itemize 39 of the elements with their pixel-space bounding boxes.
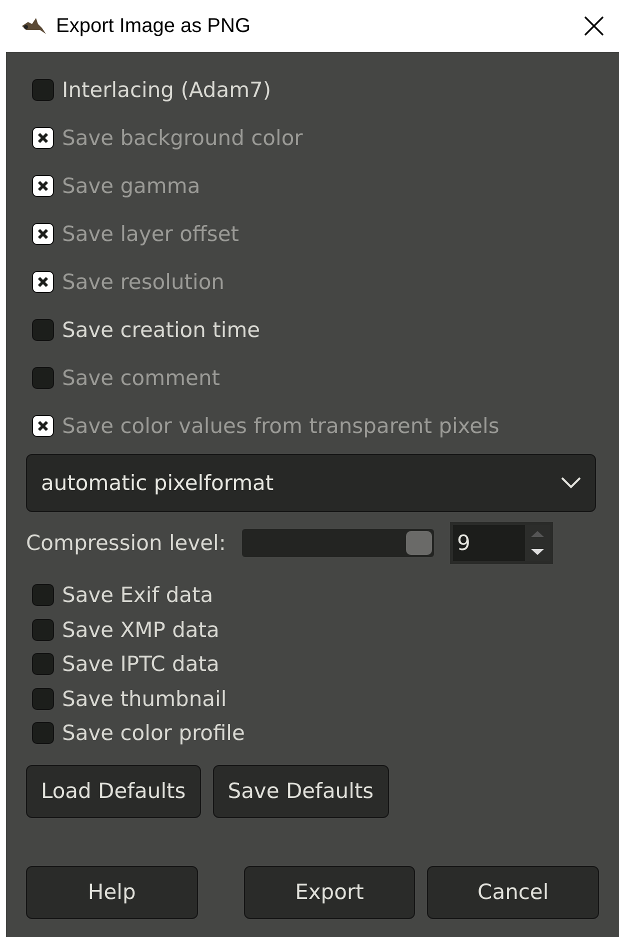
dialog-button[interactable]: Help xyxy=(26,866,198,918)
app-icon xyxy=(20,16,48,36)
checkbox-label: Save color profile xyxy=(62,721,245,746)
chevron-down-icon xyxy=(561,477,581,489)
checkbox[interactable] xyxy=(32,688,54,710)
cross-icon xyxy=(37,228,49,240)
cross-icon xyxy=(37,132,49,144)
checkbox-label: Interlacing (Adam7) xyxy=(62,78,272,102)
compression-slider[interactable] xyxy=(242,529,434,557)
close-icon[interactable] xyxy=(583,15,605,37)
checkbox[interactable] xyxy=(32,79,54,101)
checkbox-label: Save resolution xyxy=(62,270,224,294)
checkbox-label: Save IPTC data xyxy=(62,652,220,676)
compression-label: Compression level: xyxy=(26,531,226,555)
cross-icon xyxy=(37,276,49,288)
checkbox-label: Save thumbnail xyxy=(62,686,227,711)
pixelformat-dropdown[interactable]: automatic pixelformat xyxy=(26,454,596,512)
checkbox-label: Save creation time xyxy=(62,318,260,342)
checkbox-label: Save layer offset xyxy=(62,222,239,246)
checkbox-label: Save gamma xyxy=(62,174,200,198)
slider-thumb[interactable] xyxy=(406,531,432,555)
cross-icon xyxy=(37,420,49,432)
checkbox-label: Save color values from transparent pixels xyxy=(62,414,500,438)
checkbox[interactable] xyxy=(32,584,54,606)
checkbox[interactable] xyxy=(32,653,54,676)
checkbox[interactable] xyxy=(32,722,54,744)
checkbox-label: Save Exif data xyxy=(62,583,214,608)
checkbox[interactable] xyxy=(32,618,54,641)
checkbox[interactable] xyxy=(32,319,54,341)
defaults-button[interactable]: Save Defaults xyxy=(212,764,389,818)
dialog-button[interactable]: Export xyxy=(244,866,416,918)
defaults-button[interactable]: Load Defaults xyxy=(26,764,201,818)
checkbox-label: Save background color xyxy=(62,126,303,150)
checkbox-label: Save comment xyxy=(62,366,220,390)
window-title: Export Image as PNG xyxy=(56,14,252,38)
checkbox-label: Save XMP data xyxy=(62,618,220,642)
dialog-button[interactable]: Cancel xyxy=(427,866,599,918)
compression-spinbox[interactable]: 9 xyxy=(450,522,553,564)
cross-icon xyxy=(37,180,49,192)
